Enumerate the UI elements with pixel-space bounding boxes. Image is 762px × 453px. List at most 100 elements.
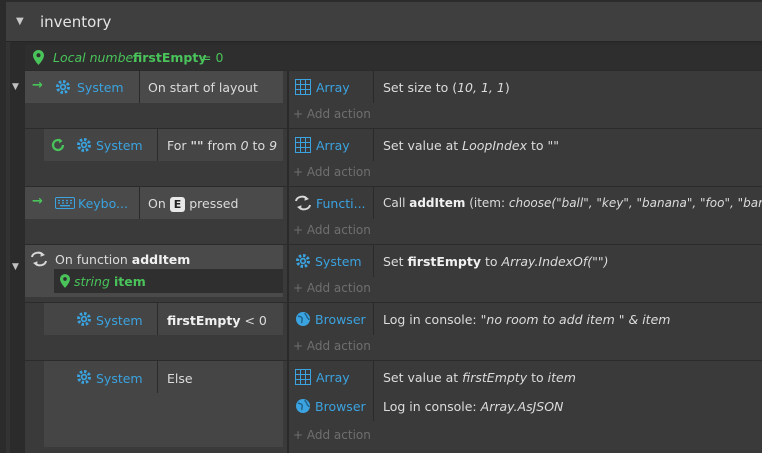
action-param: firstEmpty [462,370,528,385]
action-object[interactable]: Functi... [316,196,366,211]
divider [373,361,374,421]
condition-row[interactable]: System firstEmpty < 0 [44,303,283,335]
condition-text: Else [167,371,193,386]
param-name: item [114,274,146,289]
cond-from: 0 [240,138,249,153]
action-object[interactable]: Array [316,80,350,95]
grid-icon [295,79,311,95]
function-name: addItem [409,196,466,210]
condition-row[interactable]: System Else [44,361,283,447]
add-action-link[interactable]: + Add action [293,339,371,353]
args-value: choose("ball", "key", "banana", "foo", "… [508,196,762,210]
divider [157,303,158,335]
cond-post: pressed [189,196,239,211]
collapse-triangle-icon[interactable]: ▼ [12,262,19,272]
add-action-link[interactable]: + Add action [293,281,371,295]
group-header[interactable]: ▼ inventory [6,2,762,42]
gear-icon [296,254,310,268]
action-param: 10, 1, 1 [457,80,505,95]
condition-object: Keybo... [78,196,128,211]
action-object[interactable]: Array [316,370,350,385]
add-action-label: Add action [306,281,371,295]
collapse-triangle-icon[interactable]: ▼ [16,16,24,27]
add-action-label: Add action [306,339,371,353]
cond-pre: On [148,196,166,211]
local-var-suffix: = 0 [201,50,224,65]
plus-icon: + [293,107,307,121]
add-action-link[interactable]: + Add action [293,428,371,442]
action-text[interactable]: Set value at LoopIndex to "" [383,138,559,153]
plus-icon: + [293,223,307,237]
event-on-function[interactable]: On function addItem string item System S… [25,245,762,302]
event-compare-var[interactable]: System firstEmpty < 0 Browser Log in con… [25,303,762,360]
condition-text: On function addItem [55,252,190,267]
event-key-pressed[interactable]: → Keybo... On E pressed Functi... Call a… [25,187,762,244]
condition-text: firstEmpty < 0 [167,313,267,328]
action-text[interactable]: Set size to (10, 1, 1) [383,80,510,95]
action-text-mid: to [531,370,544,385]
divider [287,361,289,453]
grid-icon [295,369,311,385]
add-action-link[interactable]: + Add action [293,107,371,121]
condition-text: On E pressed [148,196,238,212]
grid-icon [295,137,311,153]
divider [287,245,289,302]
divider [287,187,289,244]
event-start-of-layout[interactable]: → System On start of layout Array Set si… [25,71,762,128]
local-variable-row[interactable]: Local number firstEmpty = 0 [25,45,762,70]
globe-icon [296,312,310,326]
cond-string: "" [190,138,204,153]
key-badge: E [169,197,186,212]
action-object[interactable]: Browser [315,312,366,327]
cond-mid: from [207,138,237,153]
action-object[interactable]: Browser [315,399,366,414]
action-text[interactable]: Set firstEmpty to Array.IndexOf("") [383,254,609,269]
plus-icon: + [293,165,307,179]
add-action-label: Add action [306,107,371,121]
action-text[interactable]: Set value at firstEmpty to item [383,370,576,385]
plus-icon: + [293,281,307,295]
divider [287,303,289,360]
condition-object: System [96,138,143,153]
action-param: LoopIndex [462,138,527,153]
action-text-pre: Call [383,196,406,210]
divider [139,71,140,103]
divider [287,71,289,128]
add-action-link[interactable]: + Add action [293,223,371,237]
event-for-loop[interactable]: System For "" from 0 to 9 Array Set valu… [25,129,762,186]
cond-pre: On function [55,252,128,267]
cond-to-word: to [252,138,266,153]
action-text-post: "" [547,138,560,153]
location-pin-icon [33,50,44,65]
group-left-bar [6,42,10,453]
add-action-label: Add action [306,428,371,442]
action-text[interactable]: Log in console: Array.AsJSON [383,399,563,414]
action-text-pre: Set value at [383,370,459,385]
collapse-triangle-icon[interactable]: ▼ [12,82,19,92]
cond-var: firstEmpty [167,313,241,328]
condition-row[interactable]: → Keybo... On E pressed [25,187,283,219]
add-action-label: Add action [306,165,371,179]
divider [373,129,374,161]
event-else[interactable]: System Else Array Set value at firstEmpt… [25,361,762,453]
action-text[interactable]: Call addItem (item: choose("ball", "key"… [383,196,762,210]
trigger-arrow-icon: → [32,78,43,93]
add-action-link[interactable]: + Add action [293,165,371,179]
action-param: "no room to add item " & item [480,312,671,327]
divider [139,187,140,219]
divider [287,129,289,186]
condition-text: For "" from 0 to 9 [167,138,277,153]
local-var-prefix: Local number [53,50,139,65]
action-object[interactable]: System [315,254,362,269]
action-object[interactable]: Array [316,138,350,153]
args-pre: (item: [469,196,506,210]
condition-row[interactable]: System For "" from 0 to 9 [44,129,283,161]
action-text[interactable]: Log in console: "no room to add item " &… [383,312,670,327]
condition-row[interactable]: On function addItem string item [25,245,283,297]
function-icon [295,195,311,211]
action-text-pre: Log in console: [383,312,477,327]
local-var-name: firstEmpty [133,50,207,65]
condition-object: System [96,371,143,386]
function-param-row[interactable]: string item [54,269,283,293]
condition-row[interactable]: → System On start of layout [25,71,283,103]
